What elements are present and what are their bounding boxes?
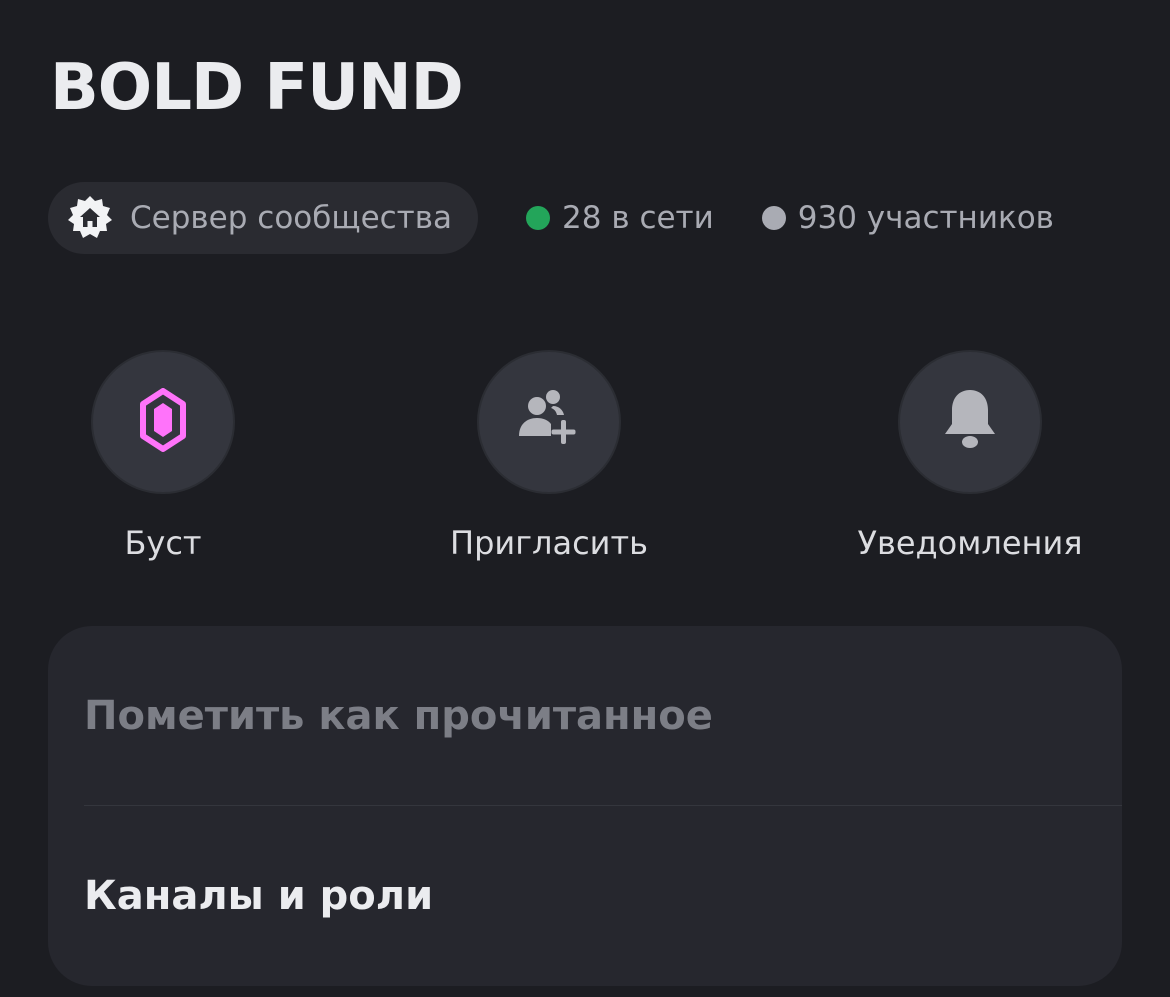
community-server-label: Сервер сообщества	[130, 200, 453, 236]
channels-and-roles-item[interactable]: Каналы и роли	[84, 806, 1122, 986]
member-count: 930 участников	[761, 200, 1054, 236]
online-count: 28 в сети	[526, 200, 714, 236]
server-meta: Сервер сообщества 28 в сети 930 участник…	[48, 182, 1054, 254]
notifications-action[interactable]: Уведомления	[820, 350, 1120, 562]
online-count-text: 28 в сети	[562, 200, 714, 236]
community-home-icon	[66, 194, 114, 242]
notifications-button[interactable]	[898, 350, 1042, 494]
mark-as-read-item[interactable]: Пометить как прочитанное	[84, 626, 1122, 806]
invite-button[interactable]	[477, 350, 621, 494]
server-sheet: BOLD FUND Сервер сообщества 28 в сети 93…	[0, 0, 1170, 997]
member-status-dot	[761, 206, 786, 230]
boost-label: Буст	[124, 524, 202, 562]
quick-actions: Буст Пригласить Уведомления	[0, 350, 1170, 570]
bell-icon	[940, 386, 1000, 458]
member-count-text: 930 участников	[797, 200, 1054, 236]
invite-action[interactable]: Пригласить	[399, 350, 699, 562]
boost-action[interactable]: Буст	[13, 350, 313, 562]
boost-button[interactable]	[91, 350, 235, 494]
invite-label: Пригласить	[450, 524, 648, 562]
server-name: BOLD FUND	[50, 51, 464, 125]
community-server-badge[interactable]: Сервер сообщества	[48, 182, 479, 254]
notifications-label: Уведомления	[857, 524, 1083, 562]
invite-people-icon	[513, 384, 585, 460]
server-menu: Пометить как прочитанное Каналы и роли	[48, 626, 1122, 986]
online-status-dot	[526, 206, 551, 230]
boost-gem-icon	[139, 388, 187, 456]
